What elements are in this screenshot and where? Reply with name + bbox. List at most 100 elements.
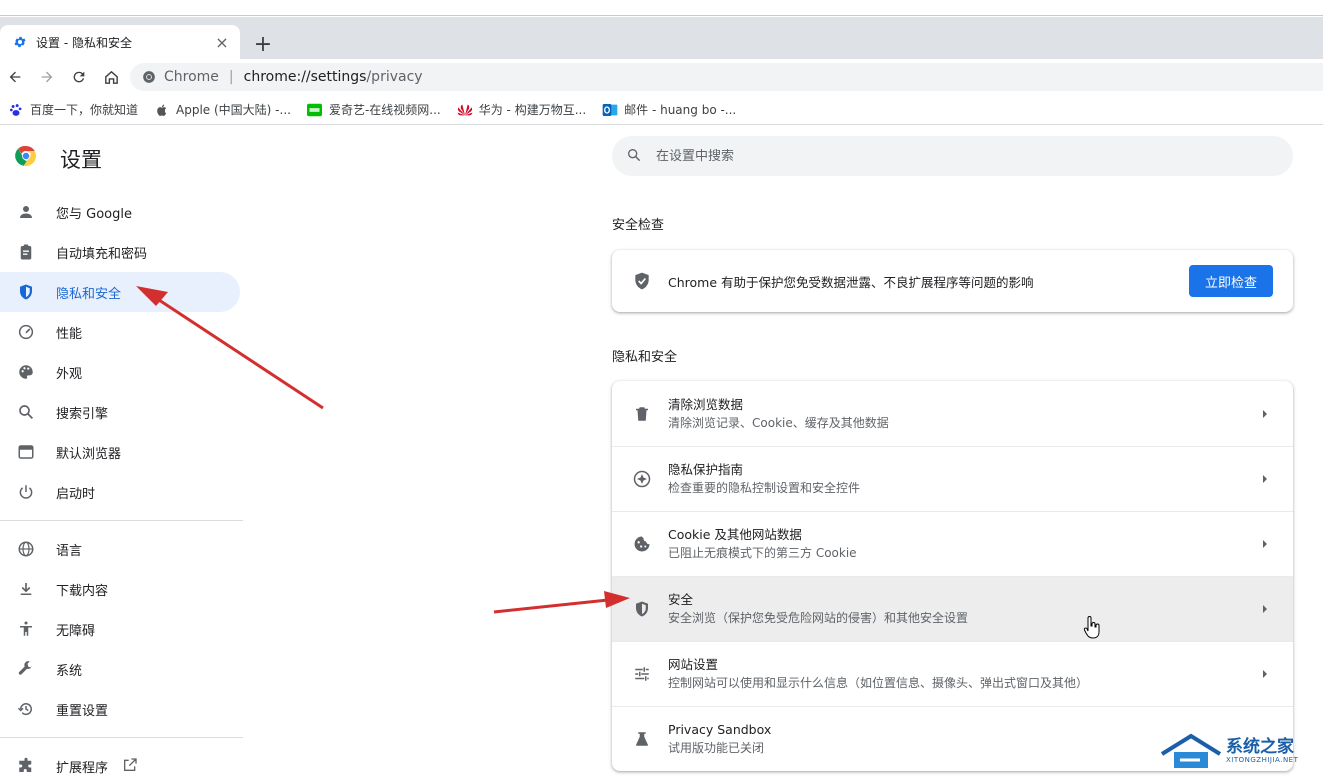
watermark-logo: 系统之家 XITONGZHIJIA.NET [1160,728,1320,774]
gear-icon [12,34,28,50]
sidebar-item-search-engine[interactable]: 搜索引擎 [0,392,243,432]
bookmark-label: 邮件 - huang bo -... [624,103,737,117]
download-icon [16,579,36,599]
chevron-right-icon [1257,471,1273,487]
window-top-strip [0,0,1323,16]
search-input[interactable] [656,148,1056,164]
back-icon[interactable] [2,64,28,90]
sidebar-item-label: 搜索引擎 [56,406,109,422]
check-now-button[interactable]: 立即检查 [1189,265,1273,297]
sidebar-item-system[interactable]: 系统 [0,649,243,689]
speedometer-icon [16,322,36,342]
sidebar-item-label: 性能 [56,326,83,342]
privacy-card: 清除浏览数据清除浏览记录、Cookie、缓存及其他数据 隐私保护指南 检查重要的隐… [612,381,1293,771]
safety-check-card: Chrome 有助于保护您免受数据泄露、不良扩展程序等问题的影响 立即检查 [612,250,1293,312]
bookmark-item[interactable]: Apple (中国大陆) -... [154,101,291,118]
sidebar-item-label: 无障碍 [56,623,96,639]
sidebar-item-privacy[interactable]: 隐私和安全 [0,272,240,312]
safety-check-heading: 安全检查 [612,218,665,233]
bookmark-item[interactable]: 邮件 - huang bo -... [602,101,736,118]
safety-check-row: Chrome 有助于保护您免受数据泄露、不良扩展程序等问题的影响 立即检查 [612,250,1293,312]
security-row[interactable]: 安全安全浏览（保护您免受危险网站的侵害）和其他安全设置 [612,576,1293,641]
reload-icon[interactable] [66,64,92,90]
person-icon [16,202,36,222]
row-sublabel: 已阻止无痕模式下的第三方 Cookie [668,546,857,560]
privacy-guide-row[interactable]: 隐私保护指南 检查重要的隐私控制设置和安全控件 [612,446,1293,511]
home-icon[interactable] [98,64,124,90]
row-label: 清除浏览数据 [668,396,744,412]
bookmark-item[interactable]: 百度一下，你就知道 [8,101,138,118]
chevron-right-icon [1257,601,1273,617]
sidebar-item-languages[interactable]: 语言 [0,529,243,569]
sidebar-item-downloads[interactable]: 下载内容 [0,569,243,609]
sidebar-item-extensions[interactable]: 扩展程序 [0,746,243,779]
row-sublabel: 安全浏览（保护您免受危险网站的侵害）和其他安全设置 [668,611,969,625]
bookmark-item[interactable]: 爱奇艺-在线视频网... [307,101,441,118]
huawei-icon [457,102,473,118]
house-logo-icon [1160,733,1222,768]
sidebar-item-on-startup[interactable]: 启动时 [0,472,243,512]
tab-title: 设置 - 隐私和安全 [36,35,132,50]
sidebar-item-appearance[interactable]: 外观 [0,352,243,392]
hand-cursor-icon [1083,616,1101,640]
clear-browsing-data-row[interactable]: 清除浏览数据清除浏览记录、Cookie、缓存及其他数据 [612,381,1293,446]
url-host: chrome://settings [243,69,367,85]
tab-settings[interactable]: 设置 - 隐私和安全 × [0,25,240,59]
sidebar-item-default-browser[interactable]: 默认浏览器 [0,432,243,472]
sidebar-item-autofill[interactable]: 自动填充和密码 [0,232,243,272]
new-tab-button[interactable]: + [250,31,276,57]
settings-search[interactable] [612,136,1293,176]
bookmark-item[interactable]: 华为 - 构建万物互... [457,101,586,118]
sidebar-item-label: 自动填充和密码 [56,246,148,262]
sidebar-item-performance[interactable]: 性能 [0,312,243,352]
sidebar-item-reset[interactable]: 重置设置 [0,689,243,729]
sidebar-item-label: 默认浏览器 [56,446,122,462]
browser-window: 设置 - 隐私和安全 × + Chrome | chrome://setting… [0,0,1323,779]
sidebar-item-label: 扩展程序 [56,760,109,776]
sidebar-item-label: 隐私和安全 [56,286,122,302]
close-icon[interactable]: × [214,33,230,52]
wrench-icon [16,659,36,679]
trash-icon [632,404,652,424]
bookmark-label: 爱奇艺-在线视频网... [328,103,441,117]
address-bar[interactable]: Chrome | chrome://settings /privacy [130,63,1323,91]
chevron-right-icon [1257,406,1273,422]
shield-icon [632,599,652,619]
row-label: 隐私保护指南 [668,462,744,477]
privacy-heading: 隐私和安全 [612,350,678,365]
row-label: 安全 [668,592,694,607]
sidebar-item-label: 语言 [56,543,83,559]
sidebar-item-label: 下载内容 [56,583,109,599]
bookmark-label: 华为 - 构建万物互... [478,103,587,117]
page-title: 设置 [60,148,102,172]
cookies-row[interactable]: Cookie 及其他网站数据 已阻止无痕模式下的第三方 Cookie [612,511,1293,576]
sidebar-item-label: 启动时 [56,486,96,502]
clipboard-icon [16,242,36,262]
forward-icon[interactable] [34,64,60,90]
settings-sidebar: 您与 Google 自动填充和密码 隐私和安全 性能 外观 搜索引擎 默认浏览器… [0,192,243,779]
url-path: /privacy [366,69,423,85]
sidebar-item-label: 重置设置 [56,703,109,719]
bookmark-label: Apple (中国大陆) -... [176,103,291,117]
site-settings-row[interactable]: 网站设置控制网站可以使用和显示什么信息（如位置信息、摄像头、弹出式窗口及其他） [612,641,1293,706]
chevron-right-icon [1257,536,1273,552]
watermark-title: 系统之家 [1226,737,1294,757]
sidebar-item-you-and-google[interactable]: 您与 Google [0,192,243,232]
toolbar: Chrome | chrome://settings /privacy [0,59,1323,95]
row-sublabel: 控制网站可以使用和显示什么信息（如位置信息、摄像头、弹出式窗口及其他） [668,676,1089,690]
cookie-icon [632,534,652,554]
chevron-right-icon [1257,666,1273,682]
baidu-icon [8,102,24,118]
sidebar-item-label: 系统 [56,663,83,679]
open-in-new-icon [122,757,140,775]
chrome-icon [142,70,156,84]
sidebar-item-accessibility[interactable]: 无障碍 [0,609,243,649]
row-sublabel: 清除浏览记录、Cookie、缓存及其他数据 [668,415,889,430]
power-icon [16,482,36,502]
tune-icon [632,664,652,684]
iqiyi-icon [307,102,323,118]
flask-icon [632,729,652,749]
bookmark-label: 百度一下，你就知道 [30,103,139,117]
row-label: 网站设置 [668,657,719,672]
apple-icon [154,102,170,118]
